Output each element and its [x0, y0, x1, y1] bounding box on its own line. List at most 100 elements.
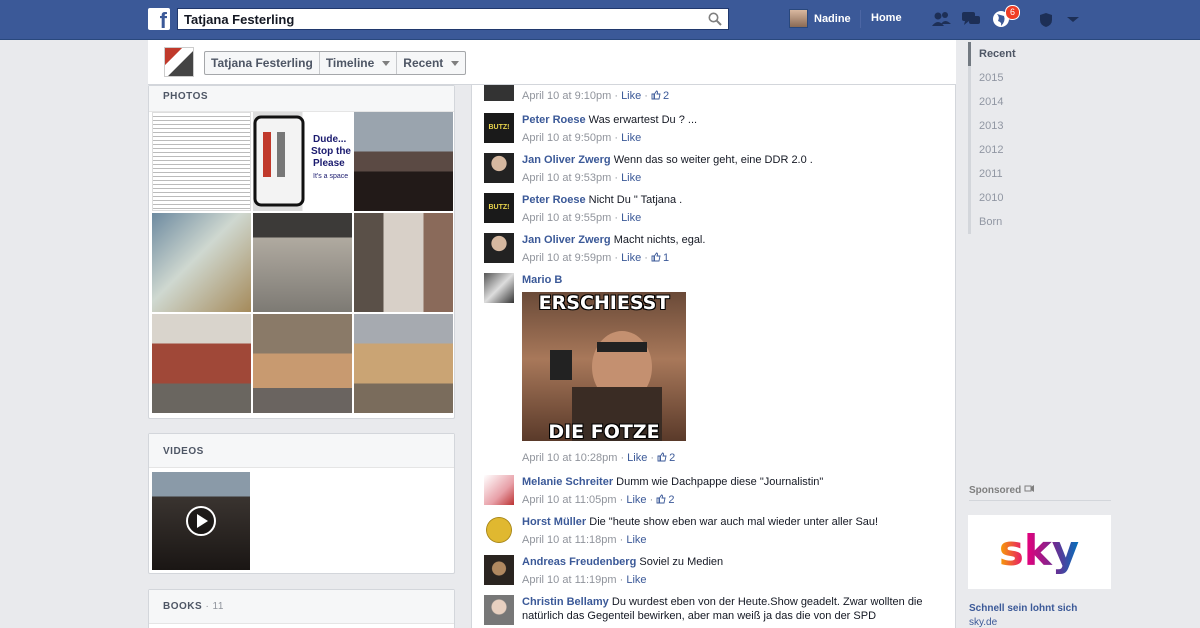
privacy-icon[interactable] [1035, 9, 1057, 29]
svg-text:Stop the: Stop the [311, 146, 351, 157]
video-thumbnail[interactable] [152, 472, 250, 570]
photo-thumbnail[interactable]: Dude... Stop the Please It's a space [253, 112, 352, 211]
photo-thumbnail[interactable] [152, 112, 251, 211]
photo-thumbnail[interactable] [152, 314, 251, 413]
year-item-2010[interactable]: 2010 [971, 186, 1028, 210]
avatar[interactable] [484, 555, 514, 585]
comment: Jan Oliver Zwerg Wenn das so weiter geht… [484, 153, 942, 185]
like-count[interactable]: 2 [668, 494, 674, 506]
year-item-2014[interactable]: 2014 [971, 90, 1028, 114]
photo-thumbnail[interactable] [354, 112, 453, 211]
comment-time[interactable]: April 10 at 11:05pm [522, 494, 617, 506]
notification-badge: 6 [1005, 5, 1021, 20]
comment-author[interactable]: Melanie Schreiter [522, 476, 613, 488]
comment-time[interactable]: April 10 at 11:18pm [522, 534, 617, 546]
year-item-recent[interactable]: Recent [968, 42, 1028, 66]
profile-name-button[interactable]: Tatjana Festerling [205, 52, 320, 74]
meme-image[interactable]: ERSCHIESST DIE FOTZE [522, 292, 686, 441]
timeline-dropdown[interactable]: Timeline [320, 52, 398, 74]
photo-thumbnail[interactable] [253, 314, 352, 413]
photos-title[interactable]: PHOTOS [149, 85, 454, 112]
divider [969, 500, 1111, 501]
like-link[interactable]: Like [621, 90, 641, 102]
avatar[interactable] [484, 515, 514, 545]
books-title[interactable]: BOOKS · 11 [149, 590, 454, 624]
settings-caret-icon[interactable] [1062, 9, 1084, 29]
like-link[interactable]: Like [621, 252, 641, 264]
comment-time[interactable]: April 10 at 9:59pm [522, 252, 611, 264]
comment-author[interactable]: Andreas Freudenberg [522, 556, 636, 568]
videos-title[interactable]: VIDEOS [149, 434, 454, 468]
meme-top-text: ERSCHIESST [538, 292, 670, 314]
year-item-2015[interactable]: 2015 [971, 66, 1028, 90]
year-item-2012[interactable]: 2012 [971, 138, 1028, 162]
photos-card: PHOTOS Dude... Stop the Please It's a space [148, 85, 455, 419]
messages-icon[interactable] [960, 9, 982, 29]
search-box[interactable] [177, 8, 729, 30]
search-icon[interactable] [708, 12, 722, 26]
comment-time[interactable]: April 10 at 11:19pm [522, 574, 617, 586]
comment-text: Dumm wie Dachpappe diese "Journalistin" [616, 476, 824, 488]
like-link[interactable]: Like [621, 212, 641, 224]
play-icon[interactable] [185, 505, 217, 537]
comment-meta: April 10 at 9:50pm · Like [522, 132, 642, 144]
comment-meta: April 10 at 11:19pm · Like [522, 574, 647, 586]
comment: Jan Oliver Zwerg Macht nichts, egal. Apr… [484, 233, 942, 265]
like-count[interactable]: 2 [669, 452, 675, 464]
comment-author[interactable]: Peter Roese [522, 114, 586, 126]
ad-choices-icon[interactable] [1024, 484, 1035, 493]
avatar[interactable] [484, 475, 514, 505]
avatar[interactable] [484, 233, 514, 263]
ad-url[interactable]: sky.de [969, 617, 997, 628]
like-link[interactable]: Like [621, 172, 641, 184]
like-link[interactable]: Like [621, 132, 641, 144]
friends-icon[interactable] [930, 9, 952, 29]
comment-time[interactable]: April 10 at 9:10pm [522, 90, 611, 102]
facebook-logo[interactable]: f [148, 8, 170, 30]
photo-thumbnail[interactable] [354, 213, 453, 312]
comment: BUTZ! Peter Roese Nicht Du " Tatjana . A… [484, 193, 942, 225]
like-link[interactable]: Like [626, 494, 646, 506]
divider [860, 10, 861, 28]
year-item-2013[interactable]: 2013 [971, 114, 1028, 138]
comment-author[interactable]: Peter Roese [522, 194, 586, 206]
recent-dropdown[interactable]: Recent [397, 52, 465, 74]
avatar [789, 9, 808, 28]
avatar[interactable] [484, 595, 514, 625]
comment-author[interactable]: Christin Bellamy [522, 596, 609, 608]
like-link[interactable]: Like [626, 574, 646, 586]
timeline-nav: Tatjana Festerling Timeline Recent [204, 51, 467, 75]
comment-author[interactable]: Mario B [522, 274, 562, 286]
ad-image[interactable]: sky [968, 515, 1111, 589]
like-link[interactable]: Like [627, 452, 647, 464]
comment-author[interactable]: Jan Oliver Zwerg [522, 154, 611, 166]
home-link[interactable]: Home [871, 12, 902, 24]
profile-link[interactable]: Nadine [789, 9, 851, 28]
photo-thumbnail[interactable] [354, 314, 453, 413]
comment-time[interactable]: April 10 at 9:50pm [522, 132, 611, 144]
avatar[interactable] [484, 85, 514, 101]
comment-author[interactable]: Horst Müller [522, 516, 586, 528]
like-count[interactable]: 2 [663, 90, 669, 102]
comment-time[interactable]: April 10 at 10:28pm [522, 452, 617, 464]
avatar[interactable]: BUTZ! [484, 113, 514, 143]
photo-thumbnail[interactable] [253, 213, 352, 312]
comment-meta: April 10 at 9:55pm · Like [522, 212, 642, 224]
comment-author[interactable]: Jan Oliver Zwerg [522, 234, 611, 246]
comment-time[interactable]: April 10 at 9:55pm [522, 212, 611, 224]
year-item-born[interactable]: Born [971, 210, 1028, 234]
year-item-2011[interactable]: 2011 [971, 162, 1028, 186]
like-link[interactable]: Like [626, 534, 646, 546]
photos-grid: Dude... Stop the Please It's a space [152, 112, 453, 413]
profile-thumbnail[interactable] [164, 47, 194, 77]
comment-time[interactable]: April 10 at 9:53pm [522, 172, 611, 184]
comment: April 10 at 9:10pm · Like · 2 [484, 85, 942, 103]
search-input[interactable] [178, 9, 698, 29]
avatar[interactable] [484, 153, 514, 183]
avatar[interactable]: BUTZ! [484, 193, 514, 223]
photo-thumbnail[interactable] [152, 213, 251, 312]
ad-title[interactable]: Schnell sein lohnt sich [969, 603, 1077, 614]
comment-text: Was erwartest Du ? ... [588, 114, 698, 126]
like-count[interactable]: 1 [663, 252, 669, 264]
avatar[interactable] [484, 273, 514, 303]
